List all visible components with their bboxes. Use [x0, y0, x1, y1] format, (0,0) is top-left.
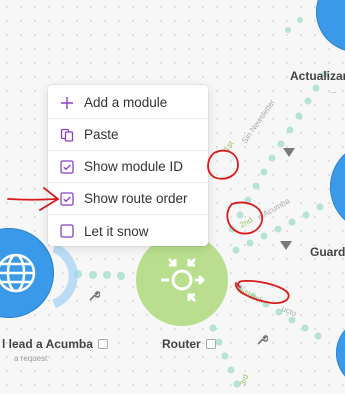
- update-module-sublabel: ...: [330, 86, 337, 95]
- checkbox-checked-icon[interactable]: [60, 191, 74, 206]
- update-module-label: Actualizar: [290, 69, 345, 83]
- http-module-label: l lead a Acumba: [2, 337, 108, 351]
- menu-item-show-module-id[interactable]: Show module ID: [48, 151, 208, 183]
- menu-item-paste[interactable]: Paste: [48, 119, 208, 151]
- menu-item-label: Let it snow: [84, 223, 149, 239]
- module-id-tag: [205, 339, 216, 349]
- paste-icon: [60, 128, 74, 142]
- canvas-context-menu: Add a module Paste Show module ID Show r…: [48, 85, 208, 246]
- router-module[interactable]: [136, 234, 228, 326]
- scenario-canvas[interactable]: l lead a Acumba a request Router Actuali…: [0, 0, 345, 394]
- save-module-label: Guarda: [310, 245, 345, 259]
- plus-icon: [61, 96, 73, 109]
- menu-item-label: Add a module: [84, 95, 168, 110]
- filter-icon[interactable]: [280, 241, 292, 251]
- checkbox-empty-icon[interactable]: [60, 224, 74, 238]
- wrench-icon[interactable]: [88, 290, 100, 302]
- router-label: Router: [162, 337, 216, 351]
- router-icon: [161, 257, 206, 303]
- filter-icon[interactable]: [283, 148, 295, 158]
- http-module-sublabel: a request: [14, 354, 48, 363]
- checkbox-checked-icon[interactable]: [60, 159, 74, 174]
- globe-icon: [0, 253, 36, 293]
- menu-item-label: Show module ID: [84, 159, 184, 174]
- menu-item-let-it-snow[interactable]: Let it snow: [48, 215, 208, 247]
- menu-item-add-module[interactable]: Add a module: [48, 87, 208, 119]
- menu-item-show-route-order[interactable]: Show route order: [48, 183, 208, 215]
- menu-item-label: Paste: [84, 127, 119, 142]
- menu-item-label: Show route order: [84, 191, 188, 206]
- wrench-icon[interactable]: [256, 334, 268, 346]
- module-id-tag: [97, 339, 108, 349]
